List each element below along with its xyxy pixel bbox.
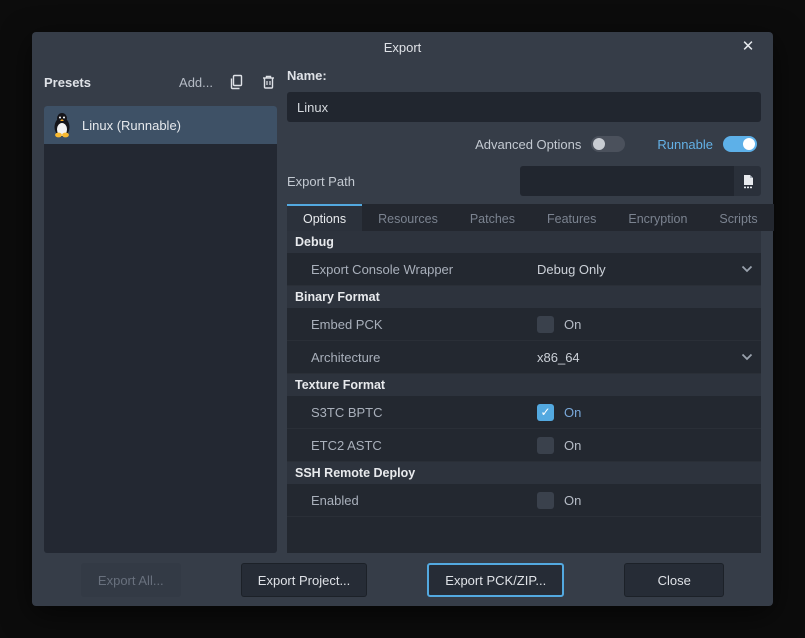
duplicate-preset-button[interactable] <box>227 73 245 91</box>
property-control: On <box>537 437 761 454</box>
preset-settings-panel: Name: Advanced Options Runnable Export P… <box>287 64 761 553</box>
toggle-knob <box>743 138 755 150</box>
checkbox-label: On <box>564 405 581 420</box>
property-control: On <box>537 492 761 509</box>
linux-penguin-icon <box>52 112 72 138</box>
property-label: Enabled <box>287 493 537 508</box>
checkbox-label: On <box>564 438 581 453</box>
etc2-astc-checkbox[interactable] <box>537 437 554 454</box>
tab-options[interactable]: Options <box>287 204 362 231</box>
export-all-button[interactable]: Export All... <box>81 563 181 597</box>
export-path-input[interactable] <box>520 166 734 196</box>
property-row: Export Console Wrapper Debug Only <box>287 253 761 286</box>
export-path-label: Export Path <box>287 174 520 189</box>
chevron-down-icon <box>741 353 753 361</box>
preset-item-linux[interactable]: Linux (Runnable) <box>44 106 277 144</box>
ssh-enabled-checkbox[interactable] <box>537 492 554 509</box>
property-label: ETC2 ASTC <box>287 438 537 453</box>
runnable-label: Runnable <box>657 137 713 152</box>
tab-resources[interactable]: Resources <box>362 204 454 231</box>
name-input[interactable] <box>287 92 761 122</box>
property-control: x86_64 <box>537 350 761 365</box>
property-control: Debug Only <box>537 262 761 277</box>
export-dialog: Export ✕ Presets Add... <box>32 32 773 606</box>
delete-preset-button[interactable] <box>259 73 277 91</box>
property-row: Architecture x86_64 <box>287 341 761 374</box>
tab-label: Patches <box>470 212 515 226</box>
header-toggles-row: Advanced Options Runnable <box>287 130 761 158</box>
export-path-group <box>520 166 761 196</box>
dialog-titlebar: Export ✕ <box>44 32 761 62</box>
tab-label: Features <box>547 212 596 226</box>
export-path-row: Export Path <box>287 166 761 196</box>
property-label: Export Console Wrapper <box>287 262 537 277</box>
tab-label: Encryption <box>628 212 687 226</box>
architecture-dropdown[interactable]: x86_64 <box>537 350 753 365</box>
s3tc-bptc-checkbox[interactable] <box>537 404 554 421</box>
preset-item-label: Linux (Runnable) <box>82 118 181 133</box>
dialog-title: Export <box>384 40 422 55</box>
embed-pck-checkbox[interactable] <box>537 316 554 333</box>
close-button[interactable]: Close <box>624 563 724 597</box>
trash-icon <box>261 74 276 90</box>
property-control: On <box>537 316 761 333</box>
dialog-content: Presets Add... <box>44 64 761 553</box>
section-header-debug: Debug <box>287 231 761 253</box>
dropdown-value: x86_64 <box>537 350 741 365</box>
checkbox-label: On <box>564 317 581 332</box>
browse-path-button[interactable] <box>734 166 761 196</box>
advanced-options-toggle[interactable] <box>591 136 625 152</box>
tab-patches[interactable]: Patches <box>454 204 531 231</box>
runnable-toggle[interactable] <box>723 136 757 152</box>
checkbox-label: On <box>564 493 581 508</box>
toggle-knob <box>593 138 605 150</box>
tab-features[interactable]: Features <box>531 204 612 231</box>
section-header-texture-format: Texture Format <box>287 374 761 396</box>
tab-scripts[interactable]: Scripts <box>703 204 773 231</box>
property-row: Enabled On <box>287 484 761 517</box>
property-row: ETC2 ASTC On <box>287 429 761 462</box>
property-label: S3TC BPTC <box>287 405 537 420</box>
footer-buttons: Export All... Export Project... Export P… <box>44 563 761 597</box>
section-header-binary-format: Binary Format <box>287 286 761 308</box>
tab-label: Resources <box>378 212 438 226</box>
property-control: On <box>537 404 761 421</box>
property-label: Embed PCK <box>287 317 537 332</box>
file-icon <box>741 174 755 189</box>
section-header-ssh-remote-deploy: SSH Remote Deploy <box>287 462 761 484</box>
close-icon[interactable]: ✕ <box>737 36 759 58</box>
property-row: S3TC BPTC On <box>287 396 761 429</box>
property-label: Architecture <box>287 350 537 365</box>
presets-header: Presets Add... <box>44 68 277 96</box>
advanced-options-label: Advanced Options <box>475 137 581 152</box>
add-preset-button[interactable]: Add... <box>179 75 213 90</box>
tab-encryption[interactable]: Encryption <box>612 204 703 231</box>
options-panel: Debug Export Console Wrapper Debug Only … <box>287 231 761 553</box>
export-console-wrapper-dropdown[interactable]: Debug Only <box>537 262 753 277</box>
tab-bar: Options Resources Patches Features Encry… <box>287 204 761 231</box>
chevron-down-icon <box>741 265 753 273</box>
tab-label: Options <box>303 212 346 226</box>
presets-panel: Presets Add... <box>44 64 277 553</box>
property-row: Embed PCK On <box>287 308 761 341</box>
dropdown-value: Debug Only <box>537 262 741 277</box>
tab-label: Scripts <box>719 212 757 226</box>
presets-title: Presets <box>44 75 165 90</box>
export-pck-zip-button[interactable]: Export PCK/ZIP... <box>427 563 564 597</box>
export-project-button[interactable]: Export Project... <box>241 563 367 597</box>
preset-list: Linux (Runnable) <box>44 106 277 553</box>
name-label: Name: <box>287 68 761 86</box>
copy-icon <box>228 74 244 90</box>
